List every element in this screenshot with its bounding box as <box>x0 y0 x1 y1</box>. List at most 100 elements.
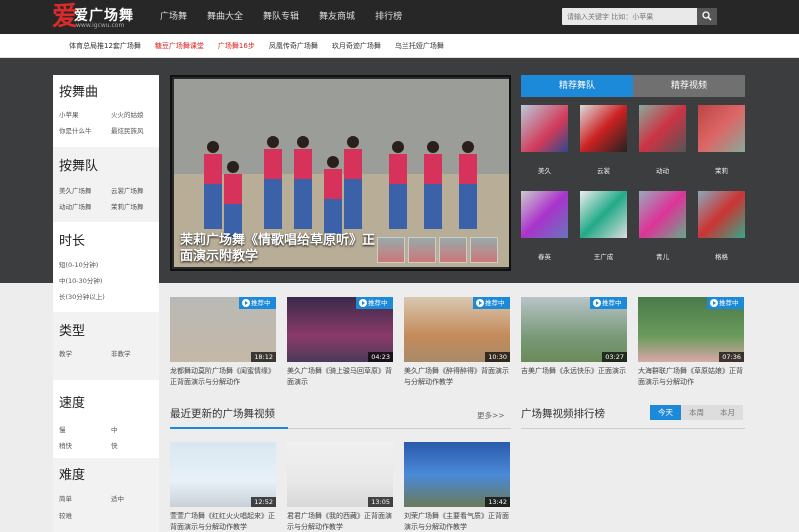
team-avatar <box>639 105 686 152</box>
more-link[interactable]: 更多>> <box>477 410 505 421</box>
team-video-tabs: 精荐舞队 精荐视频 <box>521 75 745 97</box>
subnav-item[interactable]: 凤凰传奇广场舞 <box>262 34 325 58</box>
team-card[interactable]: 王广成 <box>580 191 627 261</box>
subnav-item[interactable]: 糖豆广场舞课堂 <box>148 34 211 58</box>
logo-mark: 爱 <box>52 2 79 32</box>
filter-option[interactable]: 简单 <box>59 493 72 503</box>
team-card[interactable]: 茉莉 <box>698 105 745 175</box>
filter-title: 时长 <box>59 234 86 249</box>
video-title[interactable]: 美久广场舞《醉得醉得》背面演示与分解动作教学 <box>404 366 510 388</box>
video-title[interactable]: 吉美广场舞《永远快乐》正面演示 <box>521 366 627 377</box>
team-card[interactable]: 青儿 <box>639 191 686 261</box>
filter-option[interactable]: 短(0-10分钟) <box>59 259 98 269</box>
filter-option[interactable]: 非教学 <box>111 348 131 358</box>
site-logo[interactable]: 爱 爱广场舞 www.igcwu.com <box>52 2 142 32</box>
nav-item-teams[interactable]: 舞队专辑 <box>253 0 309 34</box>
search-button[interactable] <box>697 8 717 25</box>
ranking-heading: 广场舞视频排行榜 <box>521 408 605 420</box>
filter-option[interactable]: 火火的姑娘 <box>111 109 144 119</box>
hero-thumb[interactable] <box>408 237 436 263</box>
video-title[interactable]: 君君广场舞《我的西藏》正背面演示与分解动作教学 <box>287 511 393 532</box>
ranking-tabs: 今天 本周 本月 <box>650 405 743 420</box>
recommend-badge: 推荐中 <box>356 297 393 309</box>
filter-option[interactable]: 较难 <box>59 510 72 520</box>
team-card[interactable]: 春英 <box>521 191 568 261</box>
subnav-item[interactable]: 体育总局推12套广场舞 <box>62 34 148 58</box>
video-thumbnail: 推荐中 07:36 <box>638 297 744 362</box>
video-thumbnail: 13:42 <box>404 442 510 507</box>
video-duration: 03:27 <box>602 352 627 362</box>
tab-recommended-teams[interactable]: 精荐舞队 <box>521 75 633 97</box>
filter-option[interactable]: 教学 <box>59 348 72 358</box>
team-avatar <box>521 105 568 152</box>
video-thumbnail: 推荐中 04:23 <box>287 297 393 362</box>
filter-by-duration: 时长 短(0-10分钟) 中(10-30分钟) 长(30分钟以上) <box>53 222 159 312</box>
nav-item-ranking[interactable]: 排行榜 <box>365 0 412 34</box>
team-avatar <box>580 105 627 152</box>
subnav-item[interactable]: 玖月奇迹广场舞 <box>325 34 388 58</box>
video-title[interactable]: 刘荣广场舞《主要看气质》正背面演示与分解动作教学 <box>404 511 510 532</box>
filter-option[interactable]: 长(30分钟以上) <box>59 291 105 301</box>
video-thumbnail: 13:05 <box>287 442 393 507</box>
filter-by-dance: 按舞曲 小苹果 火火的姑娘 你是什么牛 最炫民族风 <box>53 75 159 147</box>
team-card[interactable]: 动动 <box>639 105 686 175</box>
heading-underline <box>170 427 288 429</box>
filter-option[interactable]: 最炫民族风 <box>111 125 144 135</box>
search-input[interactable] <box>567 8 697 25</box>
filter-option[interactable]: 你是什么牛 <box>59 125 92 135</box>
nav-item-square-dance[interactable]: 广场舞 <box>150 0 197 34</box>
video-title[interactable]: 美久广场舞《骑上骏马回草原》背面演示 <box>287 366 393 388</box>
team-card[interactable]: 格格 <box>698 191 745 261</box>
hero-thumb[interactable] <box>439 237 467 263</box>
filter-sidebar: 按舞曲 小苹果 火火的姑娘 你是什么牛 最炫民族风 按舞队 美久广场舞 云裳广场… <box>53 75 159 532</box>
filter-option[interactable]: 慢 <box>59 424 66 434</box>
nav-item-mall[interactable]: 舞友商城 <box>309 0 365 34</box>
team-name: 美久 <box>538 167 551 175</box>
filter-title: 类型 <box>59 324 86 339</box>
filter-option[interactable]: 茉莉广场舞 <box>111 201 144 211</box>
filter-title: 按舞队 <box>59 159 99 174</box>
team-name: 春英 <box>538 253 551 261</box>
video-title[interactable]: 龙都舞动莫阶广场舞《闺蜜情缘》正背面演示与分解动作 <box>170 366 276 388</box>
video-duration: 18:12 <box>251 352 276 362</box>
video-thumbnail: 12:52 <box>170 442 276 507</box>
recommend-badge: 推荐中 <box>707 297 744 309</box>
filter-option[interactable]: 小苹果 <box>59 109 79 119</box>
filter-option[interactable]: 快 <box>111 440 118 450</box>
filter-by-type: 类型 教学 非教学 <box>53 312 159 380</box>
tab-today[interactable]: 今天 <box>650 405 681 420</box>
filter-option[interactable]: 稍快 <box>59 440 72 450</box>
filter-option[interactable]: 中(10-30分钟) <box>59 275 102 285</box>
hero-thumb[interactable] <box>377 237 405 263</box>
filter-title: 难度 <box>59 468 86 483</box>
hero-thumbnails <box>377 237 498 263</box>
filter-option[interactable]: 美久广场舞 <box>59 185 92 195</box>
hero-carousel[interactable]: 茉莉广场舞《情歌唱给草原听》正面演示附教学 <box>170 75 511 271</box>
divider <box>521 428 745 429</box>
tab-this-week[interactable]: 本周 <box>681 405 712 420</box>
video-title[interactable]: 萱萱广场舞《红红火火唱起来》正背面演示与分解动作教学 <box>170 511 276 532</box>
hero-thumb[interactable] <box>470 237 498 263</box>
subnav-item[interactable]: 乌兰托娅广场舞 <box>388 34 451 58</box>
video-duration: 10:30 <box>485 352 510 362</box>
nav-item-songs[interactable]: 舞曲大全 <box>197 0 253 34</box>
team-card[interactable]: 美久 <box>521 105 568 175</box>
subnav-item[interactable]: 广场舞16步 <box>211 34 262 58</box>
filter-option[interactable]: 云裳广场舞 <box>111 185 144 195</box>
video-title[interactable]: 大海群联广场舞《草原姑娘》正背面演示与分解动作 <box>638 366 744 388</box>
filter-option[interactable]: 中 <box>111 424 118 434</box>
search-icon <box>702 11 712 21</box>
team-name: 王广成 <box>593 253 614 261</box>
top-bar: 爱 爱广场舞 www.igcwu.com 广场舞 舞曲大全 舞队专辑 舞友商城 … <box>0 0 799 34</box>
filter-by-difficulty: 难度 简单 适中 较难 <box>53 458 159 532</box>
team-name: 青儿 <box>656 253 669 261</box>
team-name: 茉莉 <box>715 167 728 175</box>
recommend-badge: 推荐中 <box>590 297 627 309</box>
logo-url: www.igcwu.com <box>76 22 125 29</box>
filter-option[interactable]: 适中 <box>111 493 124 503</box>
tab-this-month[interactable]: 本月 <box>712 405 743 420</box>
team-card[interactable]: 云裳 <box>580 105 627 175</box>
hero-caption[interactable]: 茉莉广场舞《情歌唱给草原听》正面演示附教学 <box>180 233 380 265</box>
filter-option[interactable]: 动动广场舞 <box>59 201 92 211</box>
tab-recommended-videos[interactable]: 精荐视频 <box>633 75 745 97</box>
